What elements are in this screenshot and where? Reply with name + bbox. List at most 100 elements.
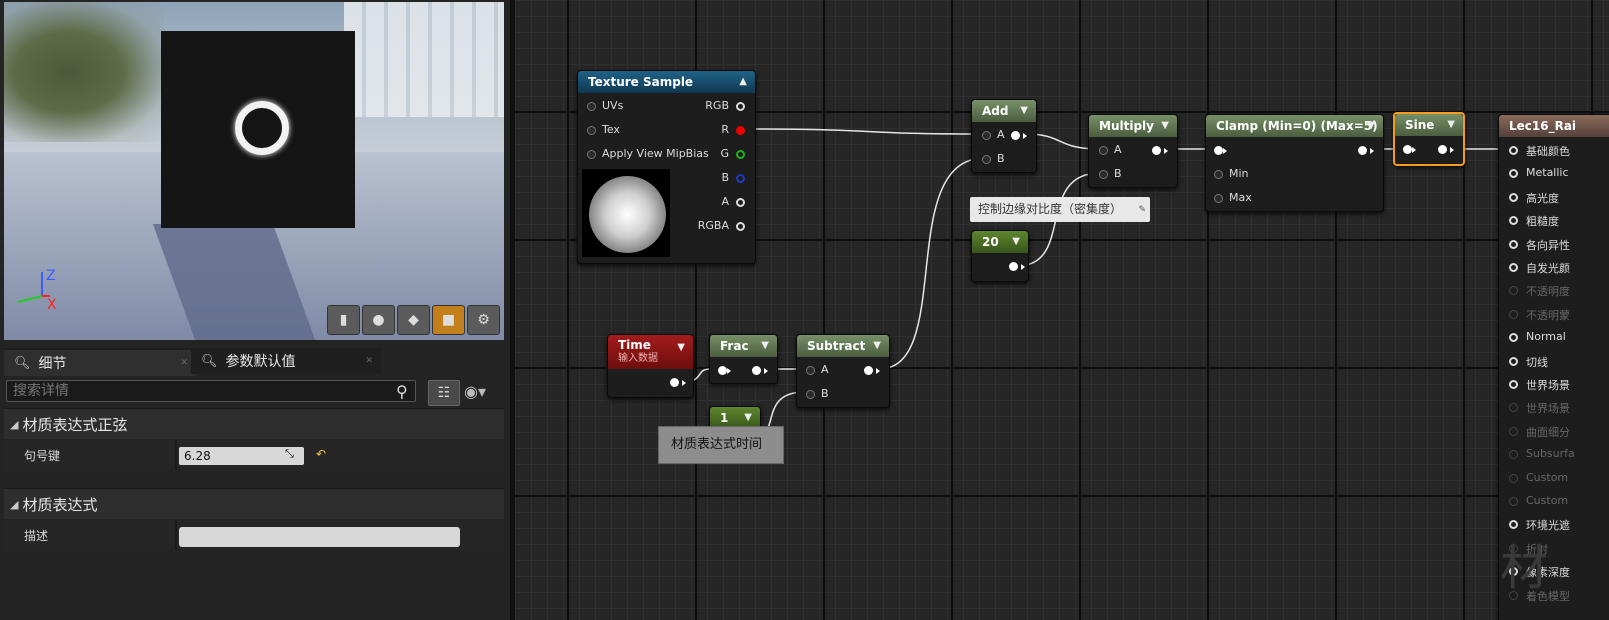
pin-time-out[interactable] bbox=[670, 378, 679, 387]
pin-const-20-out[interactable] bbox=[1009, 262, 1018, 271]
chevron-down-icon[interactable]: ▼ bbox=[677, 341, 685, 355]
input-arrow bbox=[1412, 147, 1416, 153]
pin-a[interactable] bbox=[736, 198, 745, 207]
node-frac[interactable]: Frac ▼ bbox=[709, 334, 778, 384]
pin-mipbias[interactable] bbox=[587, 150, 596, 159]
pin-clamp-min[interactable] bbox=[1214, 170, 1223, 179]
pin-result-input[interactable] bbox=[1509, 192, 1518, 202]
pin-b[interactable] bbox=[736, 174, 745, 183]
left-panel: Z X ▮ ● ◆ ■ ⚙ 🔍︎ 细节 ✕ 🔍︎ 参数默认值 ✕ ⚲ ☷ ◉▾ … bbox=[0, 0, 510, 620]
pin-frac-out[interactable] bbox=[752, 366, 761, 375]
chevron-down-icon[interactable]: ▼ bbox=[1020, 100, 1028, 122]
section-expression[interactable]: ◢ 材质表达式 bbox=[4, 488, 504, 519]
pin-label: 世界场景 bbox=[1526, 379, 1570, 392]
property-row-period: 句号键 6.28 ⤡ ↶ bbox=[4, 440, 504, 470]
pin-result-input[interactable] bbox=[1509, 356, 1518, 366]
pin-tex[interactable] bbox=[587, 126, 596, 135]
pin-clamp-in[interactable] bbox=[1214, 146, 1223, 155]
pin-result-input[interactable] bbox=[1509, 286, 1518, 296]
close-icon[interactable]: ✕ bbox=[365, 356, 373, 366]
plane-icon[interactable]: ◆ bbox=[397, 305, 430, 335]
material-preview-viewport[interactable]: Z X ▮ ● ◆ ■ ⚙ bbox=[4, 2, 504, 340]
chevron-down-icon[interactable]: ▼ bbox=[1447, 114, 1455, 136]
pin-g[interactable] bbox=[736, 150, 745, 159]
pin-add-b[interactable] bbox=[982, 155, 991, 164]
pin-multiply-b[interactable] bbox=[1099, 170, 1108, 179]
pin-rgb[interactable] bbox=[736, 102, 745, 111]
node-title: Texture Sample ▲ bbox=[578, 71, 755, 93]
chevron-down-icon[interactable]: ▼ bbox=[1367, 115, 1375, 137]
node-title: Frac ▼ bbox=[710, 335, 777, 357]
teapot-icon[interactable]: ⚙ bbox=[467, 305, 500, 335]
pin-label: RGBA bbox=[697, 219, 729, 232]
pin-sine-out[interactable] bbox=[1438, 145, 1447, 154]
column-divider[interactable] bbox=[175, 440, 177, 470]
grid-view-button[interactable]: ☷ bbox=[428, 380, 460, 406]
pin-subtract-b[interactable] bbox=[806, 390, 815, 399]
pin-multiply-a[interactable] bbox=[1099, 146, 1108, 155]
drag-expand-icon[interactable]: ⤡ bbox=[285, 447, 294, 461]
description-field[interactable] bbox=[179, 527, 460, 547]
node-comment-bubble[interactable]: 控制边缘对比度（密集度） ✎ bbox=[970, 197, 1150, 222]
search-input[interactable] bbox=[6, 380, 416, 402]
pin-sine-in[interactable] bbox=[1403, 145, 1412, 154]
pin-label: Apply View MipBias bbox=[602, 147, 709, 160]
pin-result-input[interactable] bbox=[1509, 146, 1518, 155]
node-constant-20[interactable]: 20 ▼ bbox=[971, 230, 1029, 282]
pin-clamp-out[interactable] bbox=[1358, 146, 1367, 155]
pin-result-input[interactable] bbox=[1509, 403, 1518, 413]
pin-result-input[interactable] bbox=[1509, 450, 1518, 460]
pin-uvs[interactable] bbox=[587, 102, 596, 111]
close-icon[interactable]: ✕ bbox=[180, 358, 188, 368]
pin-result-input[interactable] bbox=[1509, 497, 1518, 506]
pin-result-input[interactable] bbox=[1509, 380, 1518, 389]
pin-result-input[interactable] bbox=[1509, 426, 1518, 436]
pin-label: UVs bbox=[602, 99, 624, 112]
pin-rgba[interactable] bbox=[736, 222, 745, 231]
pin-r[interactable] bbox=[736, 126, 745, 135]
input-arrow bbox=[1223, 148, 1227, 154]
background-trees bbox=[4, 2, 164, 142]
tab-parameter-defaults[interactable]: 🔍︎ 参数默认值 ✕ bbox=[191, 348, 381, 374]
pin-subtract-a[interactable] bbox=[806, 366, 815, 375]
node-time[interactable]: Time 输入数据 ▼ bbox=[607, 334, 694, 398]
pin-result-input[interactable] bbox=[1509, 263, 1518, 272]
pin-result-input[interactable] bbox=[1509, 333, 1518, 343]
pin-add-out[interactable] bbox=[1011, 131, 1020, 140]
pin-multiply-out[interactable] bbox=[1152, 146, 1161, 155]
pin-result-input[interactable] bbox=[1509, 309, 1518, 319]
node-sine[interactable]: Sine ▼ bbox=[1393, 112, 1465, 166]
chevron-down-icon[interactable]: ▼ bbox=[1161, 115, 1169, 137]
pin-result-input[interactable] bbox=[1509, 216, 1518, 226]
pin-label: B bbox=[1114, 167, 1122, 180]
pin-result-input[interactable] bbox=[1509, 169, 1518, 179]
node-clamp[interactable]: Clamp (Min=0) (Max=5) ▼ Min Max bbox=[1205, 114, 1384, 212]
cube-icon[interactable]: ■ bbox=[432, 305, 465, 335]
cylinder-icon[interactable]: ▮ bbox=[327, 305, 360, 335]
pin-bubble-icon[interactable]: ✎ bbox=[1138, 198, 1146, 223]
node-texture-sample[interactable]: Texture Sample ▲ UVs Tex Apply View MipBi… bbox=[577, 70, 756, 264]
node-add[interactable]: Add ▼ A B bbox=[971, 99, 1037, 173]
pin-add-a[interactable] bbox=[982, 131, 991, 140]
pin-clamp-max[interactable] bbox=[1214, 194, 1223, 203]
material-graph-canvas[interactable]: Texture Sample ▲ UVs Tex Apply View MipBi… bbox=[515, 0, 1609, 620]
reset-to-default-icon[interactable]: ↶ bbox=[316, 447, 326, 461]
pin-result-input[interactable] bbox=[1509, 473, 1518, 483]
output-arrow bbox=[1023, 133, 1027, 139]
column-divider[interactable] bbox=[175, 520, 177, 550]
sphere-icon[interactable]: ● bbox=[362, 305, 395, 335]
search-icon[interactable]: ⚲ bbox=[396, 382, 408, 401]
chevron-down-icon[interactable]: ▼ bbox=[1012, 231, 1020, 253]
pin-label: 曲面细分 bbox=[1526, 425, 1570, 439]
eye-icon[interactable]: ◉▾ bbox=[464, 382, 486, 401]
pin-frac-in[interactable] bbox=[718, 366, 727, 375]
pin-result-input[interactable] bbox=[1509, 239, 1518, 249]
node-multiply[interactable]: Multiply ▼ A B bbox=[1088, 114, 1178, 188]
pin-subtract-out[interactable] bbox=[864, 366, 873, 375]
collapse-arrow-icon[interactable]: ▲ bbox=[739, 71, 747, 93]
node-subtract[interactable]: Subtract ▼ A B bbox=[796, 334, 890, 408]
chevron-down-icon[interactable]: ▼ bbox=[873, 335, 881, 357]
tab-details[interactable]: 🔍︎ 细节 ✕ bbox=[4, 348, 196, 376]
section-sine[interactable]: ◢ 材质表达式正弦 bbox=[4, 408, 504, 439]
chevron-down-icon[interactable]: ▼ bbox=[761, 335, 769, 357]
